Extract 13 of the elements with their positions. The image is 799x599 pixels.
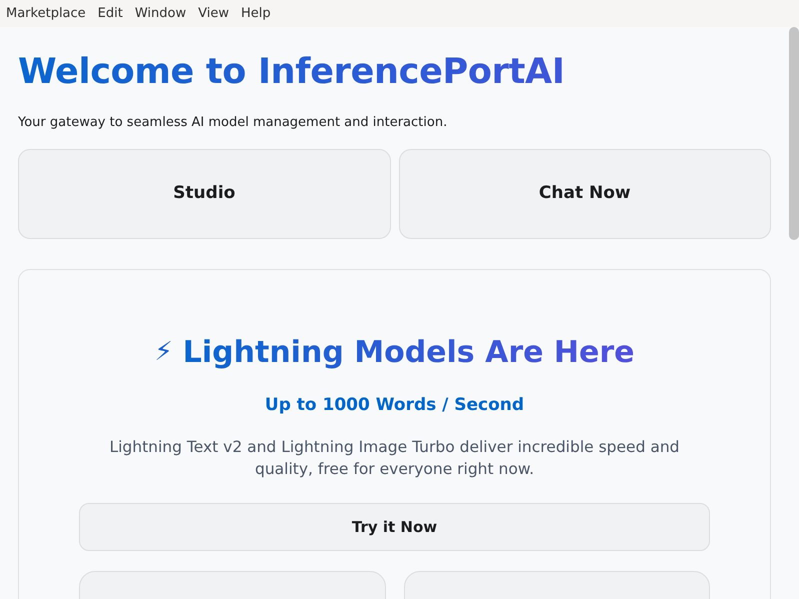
menu-item[interactable]: Window xyxy=(134,4,186,24)
action-button[interactable]: Studio xyxy=(18,148,390,238)
lightning-icon: ⚡ xyxy=(154,332,173,372)
promo-tagline: Up to 1000 Words / Second xyxy=(264,394,526,416)
try-it-now-button[interactable]: Try it Now xyxy=(79,502,710,551)
menu-item[interactable]: Edit xyxy=(98,4,123,24)
subtitle: Your gateway to seamless AI model management and interaction. xyxy=(18,114,448,132)
menu-item[interactable]: Marketplace xyxy=(6,4,86,24)
menu-item[interactable]: View xyxy=(198,4,229,24)
scrollbar-thumb[interactable] xyxy=(789,27,799,240)
action-button[interactable]: Chat Now xyxy=(398,148,771,238)
promo-description: Lightning Text v2 and Lightning Image Turbo deliver incredible speed and quality, free for everyone right now. xyxy=(108,437,681,480)
menu-item[interactable]: Help xyxy=(240,4,271,24)
